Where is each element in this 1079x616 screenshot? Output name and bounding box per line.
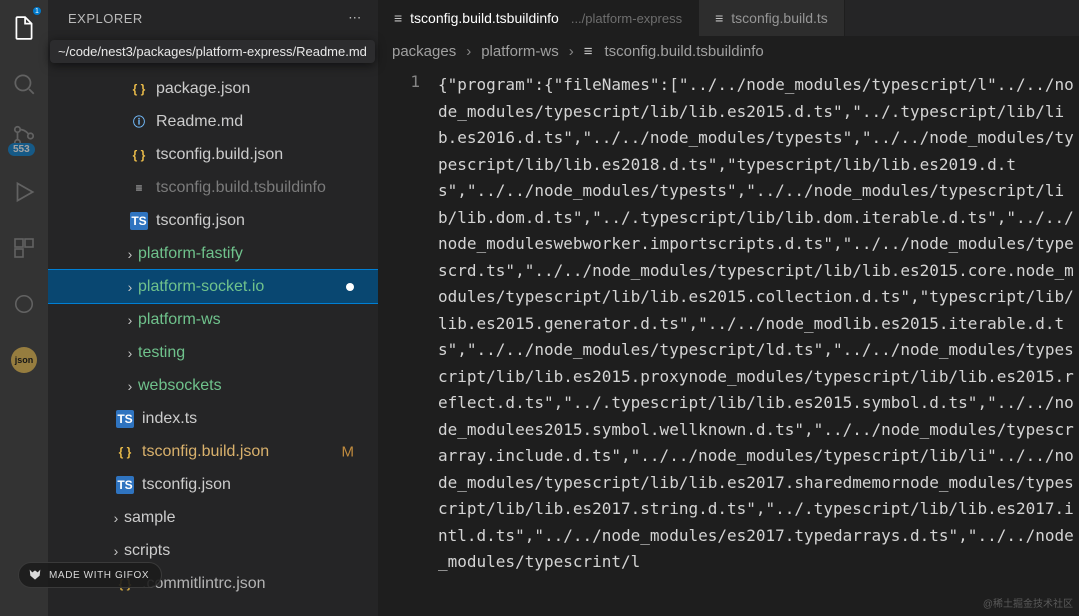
tab-subpath: .../platform-express	[571, 11, 682, 26]
file-tree: { } package.json ⓘ Readme.md { } tsconfi…	[48, 36, 378, 616]
code-text[interactable]: {"program":{"fileNames":["../../node_mod…	[438, 66, 1079, 616]
json-icon: { }	[116, 443, 134, 461]
fox-icon	[27, 567, 43, 583]
activity-run-icon[interactable]	[0, 172, 48, 212]
folder-platform-ws[interactable]: › platform-ws	[48, 303, 378, 336]
ts-icon: TS	[116, 476, 134, 494]
tab-tsbuildinfo-express[interactable]: ≡ tsconfig.build.tsbuildinfo .../platfor…	[378, 0, 699, 36]
file-tsbuild-json-2[interactable]: { } tsconfig.build.json M	[48, 435, 378, 468]
activity-source-control-icon[interactable]: 553	[0, 116, 48, 156]
file-tsbuildinfo[interactable]: ≡ tsconfig.build.tsbuildinfo	[48, 171, 378, 204]
explorer-title: EXPLORER	[68, 11, 143, 26]
breadcrumbs[interactable]: packages › platform-ws › ≡ tsconfig.buil…	[378, 36, 1079, 66]
editor-content[interactable]: 1 {"program":{"fileNames":["../../node_m…	[378, 66, 1079, 616]
ts-icon: TS	[116, 410, 134, 428]
file-tsconfig-2[interactable]: TS tsconfig.json	[48, 468, 378, 501]
gifox-watermark: MADE WITH GIFOX	[18, 562, 162, 588]
chevron-right-icon: ›	[466, 43, 471, 60]
tab-label: tsconfig.build.ts	[731, 10, 828, 26]
unsaved-dot-icon	[346, 283, 354, 291]
file-package-json[interactable]: { } package.json	[48, 72, 378, 105]
chevron-right-icon: ›	[122, 345, 138, 361]
file-readme[interactable]: ⓘ Readme.md	[48, 105, 378, 138]
hover-path-tooltip: ~/code/nest3/packages/platform-express/R…	[50, 40, 375, 63]
chevron-right-icon: ›	[122, 378, 138, 394]
activity-remote-icon[interactable]	[0, 284, 48, 324]
activity-json-icon[interactable]: json	[0, 340, 48, 380]
info-icon: ⓘ	[130, 113, 148, 131]
line-gutter: 1	[378, 66, 438, 616]
activity-bar: 1 553 json	[0, 0, 48, 616]
ts-icon: TS	[130, 212, 148, 230]
crumb-platform-ws[interactable]: platform-ws	[481, 43, 559, 60]
chevron-right-icon: ›	[122, 246, 138, 262]
file-tsbuild-json[interactable]: { } tsconfig.build.json	[48, 138, 378, 171]
explorer-unsaved-badge: 1	[32, 6, 42, 16]
modified-marker: M	[342, 443, 355, 460]
lines-icon: ≡	[715, 10, 723, 26]
explorer-sidebar: EXPLORER ⋯ ~/code/nest3/packages/platfor…	[48, 0, 378, 616]
tab-tsbuildinfo-2[interactable]: ≡ tsconfig.build.ts	[699, 0, 845, 36]
more-actions-icon[interactable]: ⋯	[346, 9, 364, 27]
chevron-right-icon: ›	[108, 510, 124, 526]
scm-badge: 553	[8, 143, 35, 156]
lines-icon: ≡	[584, 43, 593, 60]
chevron-right-icon: ›	[122, 279, 138, 295]
folder-platform-fastify[interactable]: › platform-fastify	[48, 237, 378, 270]
lines-icon: ≡	[130, 179, 148, 197]
chevron-right-icon: ›	[122, 312, 138, 328]
editor-tabs: ≡ tsconfig.build.tsbuildinfo .../platfor…	[378, 0, 1079, 36]
lines-icon: ≡	[394, 10, 402, 26]
activity-explorer-icon[interactable]: 1	[0, 8, 48, 48]
file-index-ts[interactable]: TS index.ts	[48, 402, 378, 435]
file-tsconfig[interactable]: TS tsconfig.json	[48, 204, 378, 237]
crumb-file[interactable]: ≡ tsconfig.build.tsbuildinfo	[584, 43, 764, 60]
chevron-right-icon: ›	[569, 43, 574, 60]
explorer-header: EXPLORER ⋯	[48, 0, 378, 36]
activity-extensions-icon[interactable]	[0, 228, 48, 268]
crumb-packages[interactable]: packages	[392, 43, 456, 60]
folder-platform-socketio[interactable]: › platform-socket.io	[48, 270, 378, 303]
json-icon: { }	[130, 146, 148, 164]
line-number: 1	[378, 72, 420, 91]
corner-watermark: @稀土掘金技术社区	[983, 595, 1073, 610]
folder-websockets[interactable]: › websockets	[48, 369, 378, 402]
activity-search-icon[interactable]	[0, 64, 48, 104]
folder-testing[interactable]: › testing	[48, 336, 378, 369]
editor-area: ≡ tsconfig.build.tsbuildinfo .../platfor…	[378, 0, 1079, 616]
tab-label: tsconfig.build.tsbuildinfo	[410, 10, 559, 26]
json-icon: { }	[130, 80, 148, 98]
chevron-right-icon: ›	[108, 543, 124, 559]
folder-sample[interactable]: › sample	[48, 501, 378, 534]
